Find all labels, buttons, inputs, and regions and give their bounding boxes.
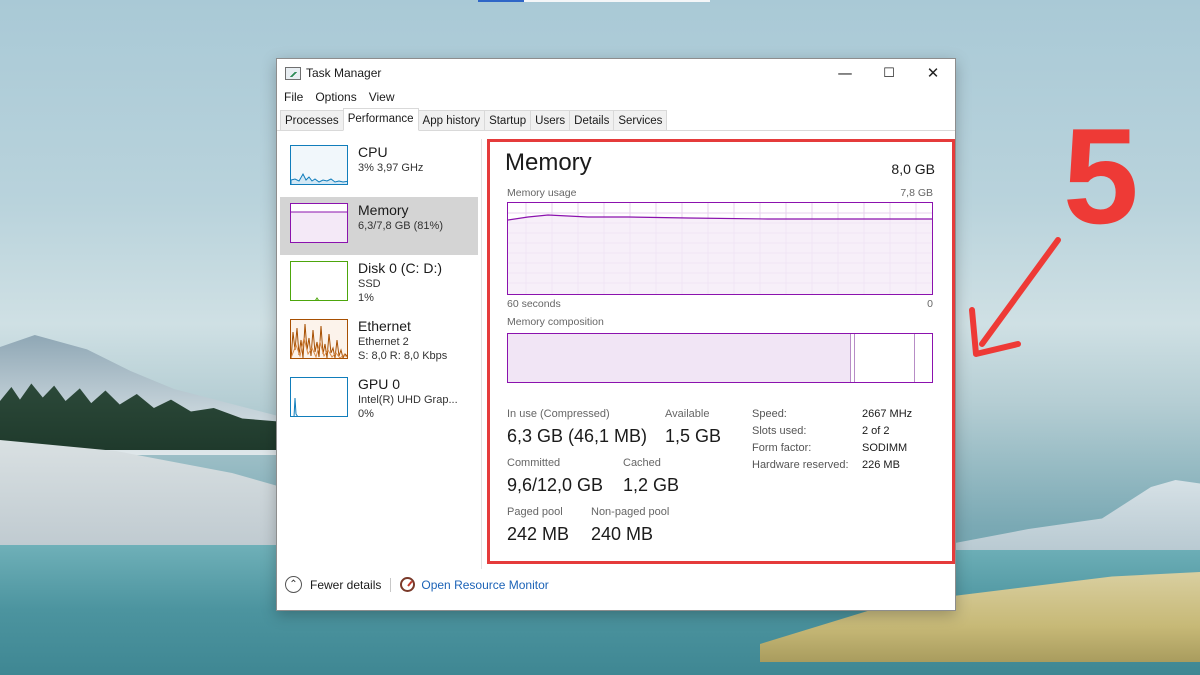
sidebar-ethernet-sub: Ethernet 2 xyxy=(358,336,409,348)
minimize-button[interactable]: — xyxy=(823,59,867,87)
sidebar-ethernet-title: Ethernet xyxy=(358,318,411,334)
sidebar-memory-title: Memory xyxy=(358,202,409,218)
sidebar-cpu-sub: 3% 3,97 GHz xyxy=(358,162,424,174)
sidebar-item-ethernet[interactable]: Ethernet Ethernet 2 S: 8,0 R: 8,0 Kbps xyxy=(280,313,478,371)
fewer-details-button[interactable]: Fewer details xyxy=(310,578,381,592)
step-number: 5 xyxy=(1063,100,1139,252)
tab-performance[interactable]: Performance xyxy=(342,108,419,131)
sidebar-disk-sub: SSD xyxy=(358,278,381,290)
maximize-button[interactable]: ☐ xyxy=(867,59,911,87)
sidebar-item-disk[interactable]: Disk 0 (C: D:) SSD 1% xyxy=(280,255,478,313)
menu-file[interactable]: File xyxy=(284,90,303,104)
sidebar-item-gpu[interactable]: GPU 0 Intel(R) UHD Grap... 0% xyxy=(280,371,478,429)
close-button[interactable]: ✕ xyxy=(911,59,955,87)
cpu-graph-icon xyxy=(290,145,348,185)
sidebar-gpu-sub: Intel(R) UHD Grap... xyxy=(358,394,458,406)
window-controls: — ☐ ✕ xyxy=(823,59,955,87)
resource-monitor-icon xyxy=(400,577,416,592)
sidebar-gpu-usage: 0% xyxy=(358,408,374,420)
tab-strip: Processes Performance App history Startu… xyxy=(277,107,955,131)
sidebar-item-memory[interactable]: Memory 6,3/7,8 GB (81%) xyxy=(280,197,478,255)
tab-startup[interactable]: Startup xyxy=(484,110,532,130)
menu-bar: File Options View xyxy=(277,87,955,107)
tab-users[interactable]: Users xyxy=(530,110,571,130)
pane-divider xyxy=(481,139,482,569)
annotation-arrow-icon xyxy=(969,237,1061,357)
wallpaper-top-strip xyxy=(478,0,710,2)
sidebar-disk-usage: 1% xyxy=(358,292,374,304)
sidebar-disk-title: Disk 0 (C: D:) xyxy=(358,260,442,276)
disk-graph-icon xyxy=(290,261,348,301)
sidebar-ethernet-throughput: S: 8,0 R: 8,0 Kbps xyxy=(358,350,448,362)
sidebar-gpu-title: GPU 0 xyxy=(358,376,401,392)
highlight-box xyxy=(487,139,955,564)
sidebar-memory-sub: 6,3/7,8 GB (81%) xyxy=(358,220,443,232)
tab-details[interactable]: Details xyxy=(569,110,615,130)
title-bar[interactable]: Task Manager — ☐ ✕ xyxy=(277,59,955,87)
footer-separator xyxy=(390,577,392,592)
sidebar-cpu-title: CPU xyxy=(358,144,388,160)
open-resource-monitor-link[interactable]: Open Resource Monitor xyxy=(421,578,548,592)
menu-view[interactable]: View xyxy=(369,90,395,104)
sidebar-item-cpu[interactable]: CPU 3% 3,97 GHz xyxy=(280,139,478,197)
tab-app-history[interactable]: App history xyxy=(417,110,486,130)
window-title: Task Manager xyxy=(306,66,382,80)
memory-graph-icon xyxy=(290,203,348,243)
wallpaper-snow xyxy=(0,440,290,550)
gpu-graph-icon xyxy=(290,377,348,417)
resource-list: CPU 3% 3,97 GHz Memory 6,3/7,8 GB (81%) xyxy=(280,139,478,569)
task-manager-icon xyxy=(285,66,301,80)
chevron-up-icon[interactable]: ⌃ xyxy=(285,576,302,593)
tab-processes[interactable]: Processes xyxy=(280,110,344,130)
menu-options[interactable]: Options xyxy=(315,90,356,104)
tab-services[interactable]: Services xyxy=(613,110,668,130)
wallpaper-mountain-right xyxy=(955,480,1200,550)
window-footer: ⌃ Fewer details Open Resource Monitor xyxy=(277,564,955,610)
ethernet-graph-icon xyxy=(290,319,348,359)
